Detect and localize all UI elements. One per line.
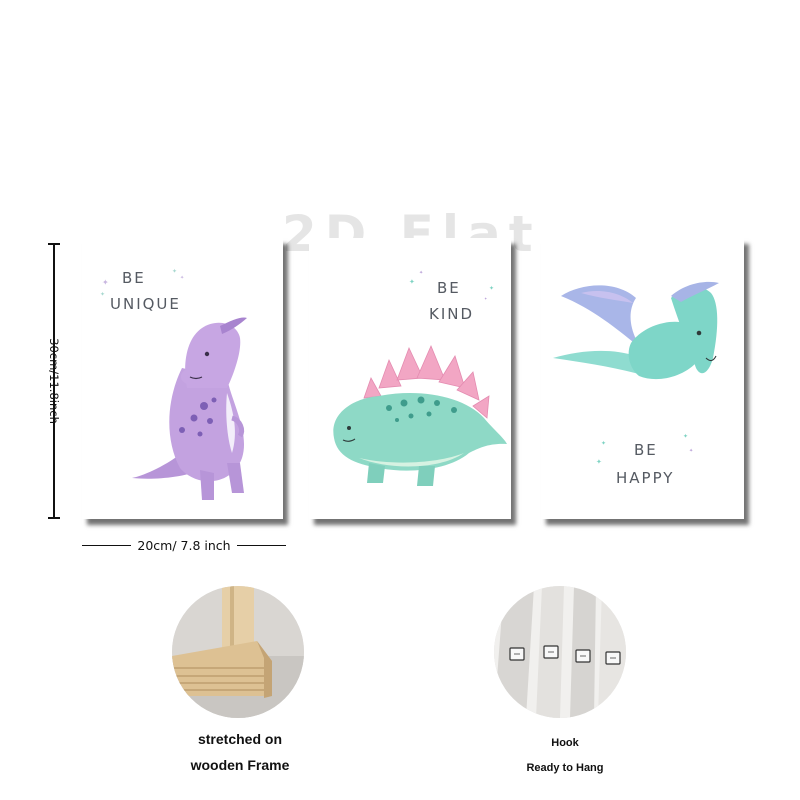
stegosaurus-illustration: ✦ ✦ ✦ ✦ bbox=[333, 270, 507, 486]
quote-line-2: UNIQUE bbox=[110, 295, 181, 313]
hook-caption-line-2: Ready to Hang bbox=[526, 762, 604, 774]
hook-image bbox=[494, 586, 626, 718]
frame-caption-line-2: wooden Frame bbox=[190, 757, 290, 773]
svg-text:✦: ✦ bbox=[172, 268, 177, 275]
quote-line-1: BE bbox=[634, 441, 658, 459]
hook-photo bbox=[494, 586, 626, 718]
poster-be-kind: ✦ ✦ ✦ ✦ BE KIND bbox=[309, 238, 511, 519]
hook-caption-line-1: Hook bbox=[551, 737, 579, 749]
svg-text:✦: ✦ bbox=[409, 278, 415, 286]
wooden-frame-image bbox=[172, 586, 304, 718]
frame-caption-line-1: stretched on bbox=[197, 731, 282, 747]
svg-text:✦: ✦ bbox=[489, 285, 494, 292]
poster-be-unique: ✦ ✦ ✦ ✦ BE UNIQUE bbox=[82, 238, 283, 519]
width-dimension-line-right bbox=[236, 544, 286, 546]
svg-text:✦: ✦ bbox=[180, 275, 184, 281]
width-dimension-line-left bbox=[82, 544, 132, 546]
svg-text:✦: ✦ bbox=[689, 448, 693, 454]
svg-text:✦: ✦ bbox=[100, 291, 105, 298]
quote-line-2: KIND bbox=[429, 305, 475, 323]
quote-line-1: BE bbox=[122, 269, 146, 287]
quote-line-1: BE bbox=[437, 279, 461, 297]
wooden-frame-photo bbox=[172, 586, 304, 718]
svg-text:✦: ✦ bbox=[596, 458, 602, 466]
svg-text:✦: ✦ bbox=[484, 296, 488, 301]
svg-text:✦: ✦ bbox=[419, 270, 423, 276]
poster-be-happy: ✦ ✦ ✦ ✦ BE HAPPY bbox=[541, 238, 744, 519]
quote-line-2: HAPPY bbox=[616, 469, 675, 487]
purple-dinosaur-illustration: ✦ ✦ ✦ ✦ bbox=[100, 268, 247, 500]
svg-text:✦: ✦ bbox=[601, 440, 606, 447]
width-dimension-label: 20cm/ 7.8 inch bbox=[137, 537, 231, 553]
height-dimension-label: 30cm/11.8inch bbox=[47, 338, 61, 424]
width-dimension: 20cm/ 7.8 inch bbox=[82, 536, 286, 554]
svg-text:✦: ✦ bbox=[102, 278, 109, 287]
svg-text:✦: ✦ bbox=[683, 433, 688, 440]
